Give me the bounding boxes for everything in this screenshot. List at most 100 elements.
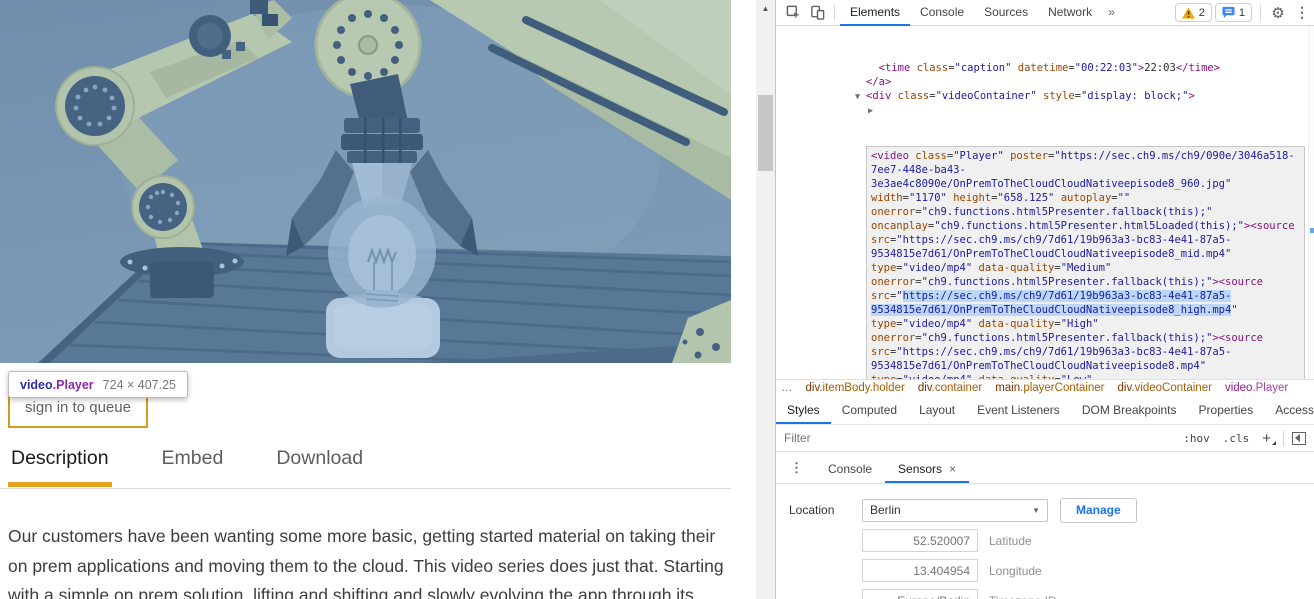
styles-filter-input[interactable] <box>784 431 1171 445</box>
tab-embed[interactable]: Embed <box>159 447 227 487</box>
code-line[interactable]: <time class="caption" datetime="00:22:03… <box>866 61 1308 75</box>
close-icon[interactable]: × <box>949 462 956 476</box>
toolbar-separator <box>834 4 835 21</box>
inspect-highlight-overlay <box>0 0 731 363</box>
code-line[interactable]: ▶ <box>866 103 1308 117</box>
location-label: Location <box>789 503 835 517</box>
more-tabs-icon[interactable]: » <box>1102 0 1121 25</box>
tab-dom-breakpoints[interactable]: DOM Breakpoints <box>1071 396 1188 424</box>
scrollbar-thumb[interactable] <box>758 95 773 171</box>
code-line[interactable]: src="https://sec.ch9.ms/ch9/7d61/19b963a… <box>871 233 1300 247</box>
message-icon <box>1222 6 1235 19</box>
breadcrumb-item[interactable]: video.Player <box>1225 382 1288 394</box>
tab-layout[interactable]: Layout <box>908 396 966 424</box>
code-line[interactable]: onerror="ch9.functions.html5Presenter.fa… <box>871 331 1300 345</box>
drawer-tab-console[interactable]: Console <box>815 453 885 483</box>
longitude-input[interactable] <box>862 559 978 582</box>
timezone-id-input[interactable] <box>862 589 978 599</box>
code-line[interactable]: ▼ <div class="videoContainer" style="disp… <box>855 89 1308 103</box>
selection-marker <box>1310 228 1314 233</box>
code-line[interactable]: <video class="Player" poster="https://se… <box>871 149 1300 163</box>
tab-elements[interactable]: Elements <box>840 0 910 26</box>
code-line[interactable]: onerror="ch9.functions.html5Presenter.fa… <box>871 205 1300 219</box>
tooltip-class: .Player <box>52 377 94 392</box>
robot-arm-illustration <box>0 0 731 363</box>
devtools-drawer: ⋮ Console Sensors × Location Berlin ▼ Mana… <box>776 453 1314 599</box>
tab-download[interactable]: Download <box>273 447 366 487</box>
styles-filter-row: :hov .cls + <box>776 424 1314 452</box>
tabs-divider <box>0 488 731 489</box>
page-scrollbar[interactable]: ▲ <box>756 0 775 599</box>
breadcrumb: … div.itemBody.holder div.container main.p… <box>776 379 1314 396</box>
filter-separator <box>1283 430 1284 446</box>
tooltip-dimensions: 724 × 407.25 <box>102 377 177 392</box>
field-label: Latitude <box>989 533 1032 548</box>
code-line[interactable]: 3e3ae4c8090e/OnPremToTheCloudCloudNative… <box>871 177 1300 191</box>
breadcrumb-item[interactable]: main.playerContainer <box>995 382 1104 394</box>
code-line[interactable]: 9534815e7d61/OnPremToTheCloudCloudNative… <box>871 247 1300 261</box>
video-player[interactable] <box>0 0 731 363</box>
sensors-panel: Location Berlin ▼ Manage Latitude Longitu… <box>776 484 1314 599</box>
code-line[interactable]: 9534815e7d61/OnPremToTheCloudCloudNative… <box>871 359 1300 373</box>
code-line[interactable]: onerror="ch9.functions.html5Presenter.fa… <box>871 275 1300 289</box>
toggle-class-button[interactable]: .cls <box>1223 432 1250 445</box>
breadcrumb-item[interactable]: div.itemBody.holder <box>806 382 905 394</box>
chevron-down-icon: ▼ <box>1032 505 1040 515</box>
breadcrumb-ellipsis[interactable]: … <box>781 382 793 394</box>
tab-accessibility[interactable]: Accessibility <box>1264 396 1314 424</box>
tooltip-tag: video <box>20 377 53 392</box>
code-line[interactable]: 9534815e7d61/OnPremToTheCloudCloudNative… <box>871 303 1300 317</box>
devtools-panel: Elements Console Sources Network » 2 1 ⚙ ⋮ … <box>775 0 1314 599</box>
description-line: with a simple on prem solution, lifting … <box>8 585 694 599</box>
code-line[interactable]: src="https://sec.ch9.ms/ch9/7d61/19b963a… <box>871 345 1300 359</box>
new-style-rule-button[interactable]: + <box>1262 430 1276 447</box>
location-select[interactable]: Berlin ▼ <box>862 498 1048 522</box>
drawer-tab-bar: ⋮ Console Sensors × <box>776 453 1314 484</box>
tab-sources[interactable]: Sources <box>974 0 1038 26</box>
code-line[interactable]: type="video/mp4" data-quality="Medium" <box>871 261 1300 275</box>
warning-icon <box>1181 6 1195 19</box>
device-toolbar-icon[interactable] <box>805 1 829 25</box>
field-label: Timezone ID <box>989 594 1057 599</box>
code-line[interactable]: </a> <box>866 75 1308 89</box>
warnings-badge[interactable]: 2 <box>1174 3 1212 22</box>
breadcrumb-item[interactable]: div.container <box>918 382 982 394</box>
overview-ruler <box>1308 26 1314 379</box>
code-line[interactable]: oncanplay="ch9.functions.html5Presenter.… <box>871 219 1300 233</box>
selected-element-block[interactable]: <video class="Player" poster="https://se… <box>866 146 1305 379</box>
scrollbar-up-arrow-icon[interactable]: ▲ <box>756 0 775 16</box>
location-value: Berlin <box>870 503 901 517</box>
tab-event-listeners[interactable]: Event Listeners <box>966 396 1071 424</box>
tab-properties[interactable]: Properties <box>1188 396 1265 424</box>
tab-computed[interactable]: Computed <box>831 396 908 424</box>
tooltip-selector: video.Player <box>20 378 94 392</box>
devtools-tab-bar: Elements Console Sources Network <box>840 0 1102 26</box>
video-description: Our customers have been wanting some mor… <box>8 522 736 599</box>
toggle-sidebar-icon[interactable] <box>1292 431 1306 445</box>
settings-gear-icon[interactable]: ⚙ <box>1266 1 1290 25</box>
issues-badge[interactable]: 1 <box>1214 3 1252 22</box>
toggle-hover-state-button[interactable]: :hov <box>1183 432 1210 445</box>
styles-tab-bar: Styles Computed Layout Event Listeners DOM B… <box>776 396 1314 424</box>
field-label: Longitude <box>989 563 1042 578</box>
code-line[interactable]: src="https://sec.ch9.ms/ch9/7d61/19b963a… <box>871 289 1300 303</box>
tab-styles[interactable]: Styles <box>776 396 831 424</box>
drawer-tab-sensors[interactable]: Sensors × <box>885 453 969 483</box>
issue-count: 1 <box>1238 6 1245 19</box>
kebab-menu-icon[interactable]: ⋮ <box>1290 1 1314 25</box>
inspect-element-icon[interactable] <box>781 1 805 25</box>
tab-console[interactable]: Console <box>910 0 974 26</box>
warning-count: 2 <box>1198 6 1205 19</box>
devtools-toolbar: Elements Console Sources Network » 2 1 ⚙ ⋮ <box>776 0 1314 26</box>
tab-network[interactable]: Network <box>1038 0 1102 26</box>
tab-description[interactable]: Description <box>8 447 112 487</box>
code-line[interactable]: width="1170" height="658.125" autoplay="… <box>871 191 1300 205</box>
drawer-kebab-menu-icon[interactable]: ⋮ <box>790 460 803 476</box>
web-page: video.Player 724 × 407.25 sign in to que… <box>0 0 756 599</box>
code-line[interactable]: 7ee7-448e-ba43- <box>871 163 1300 177</box>
latitude-input[interactable] <box>862 529 978 552</box>
manage-button[interactable]: Manage <box>1060 497 1137 523</box>
code-line[interactable]: type="video/mp4" data-quality="High" <box>871 317 1300 331</box>
elements-tree: <time class="caption" datetime="00:22:03… <box>776 26 1308 379</box>
breadcrumb-item[interactable]: div.videoContainer <box>1118 382 1212 394</box>
